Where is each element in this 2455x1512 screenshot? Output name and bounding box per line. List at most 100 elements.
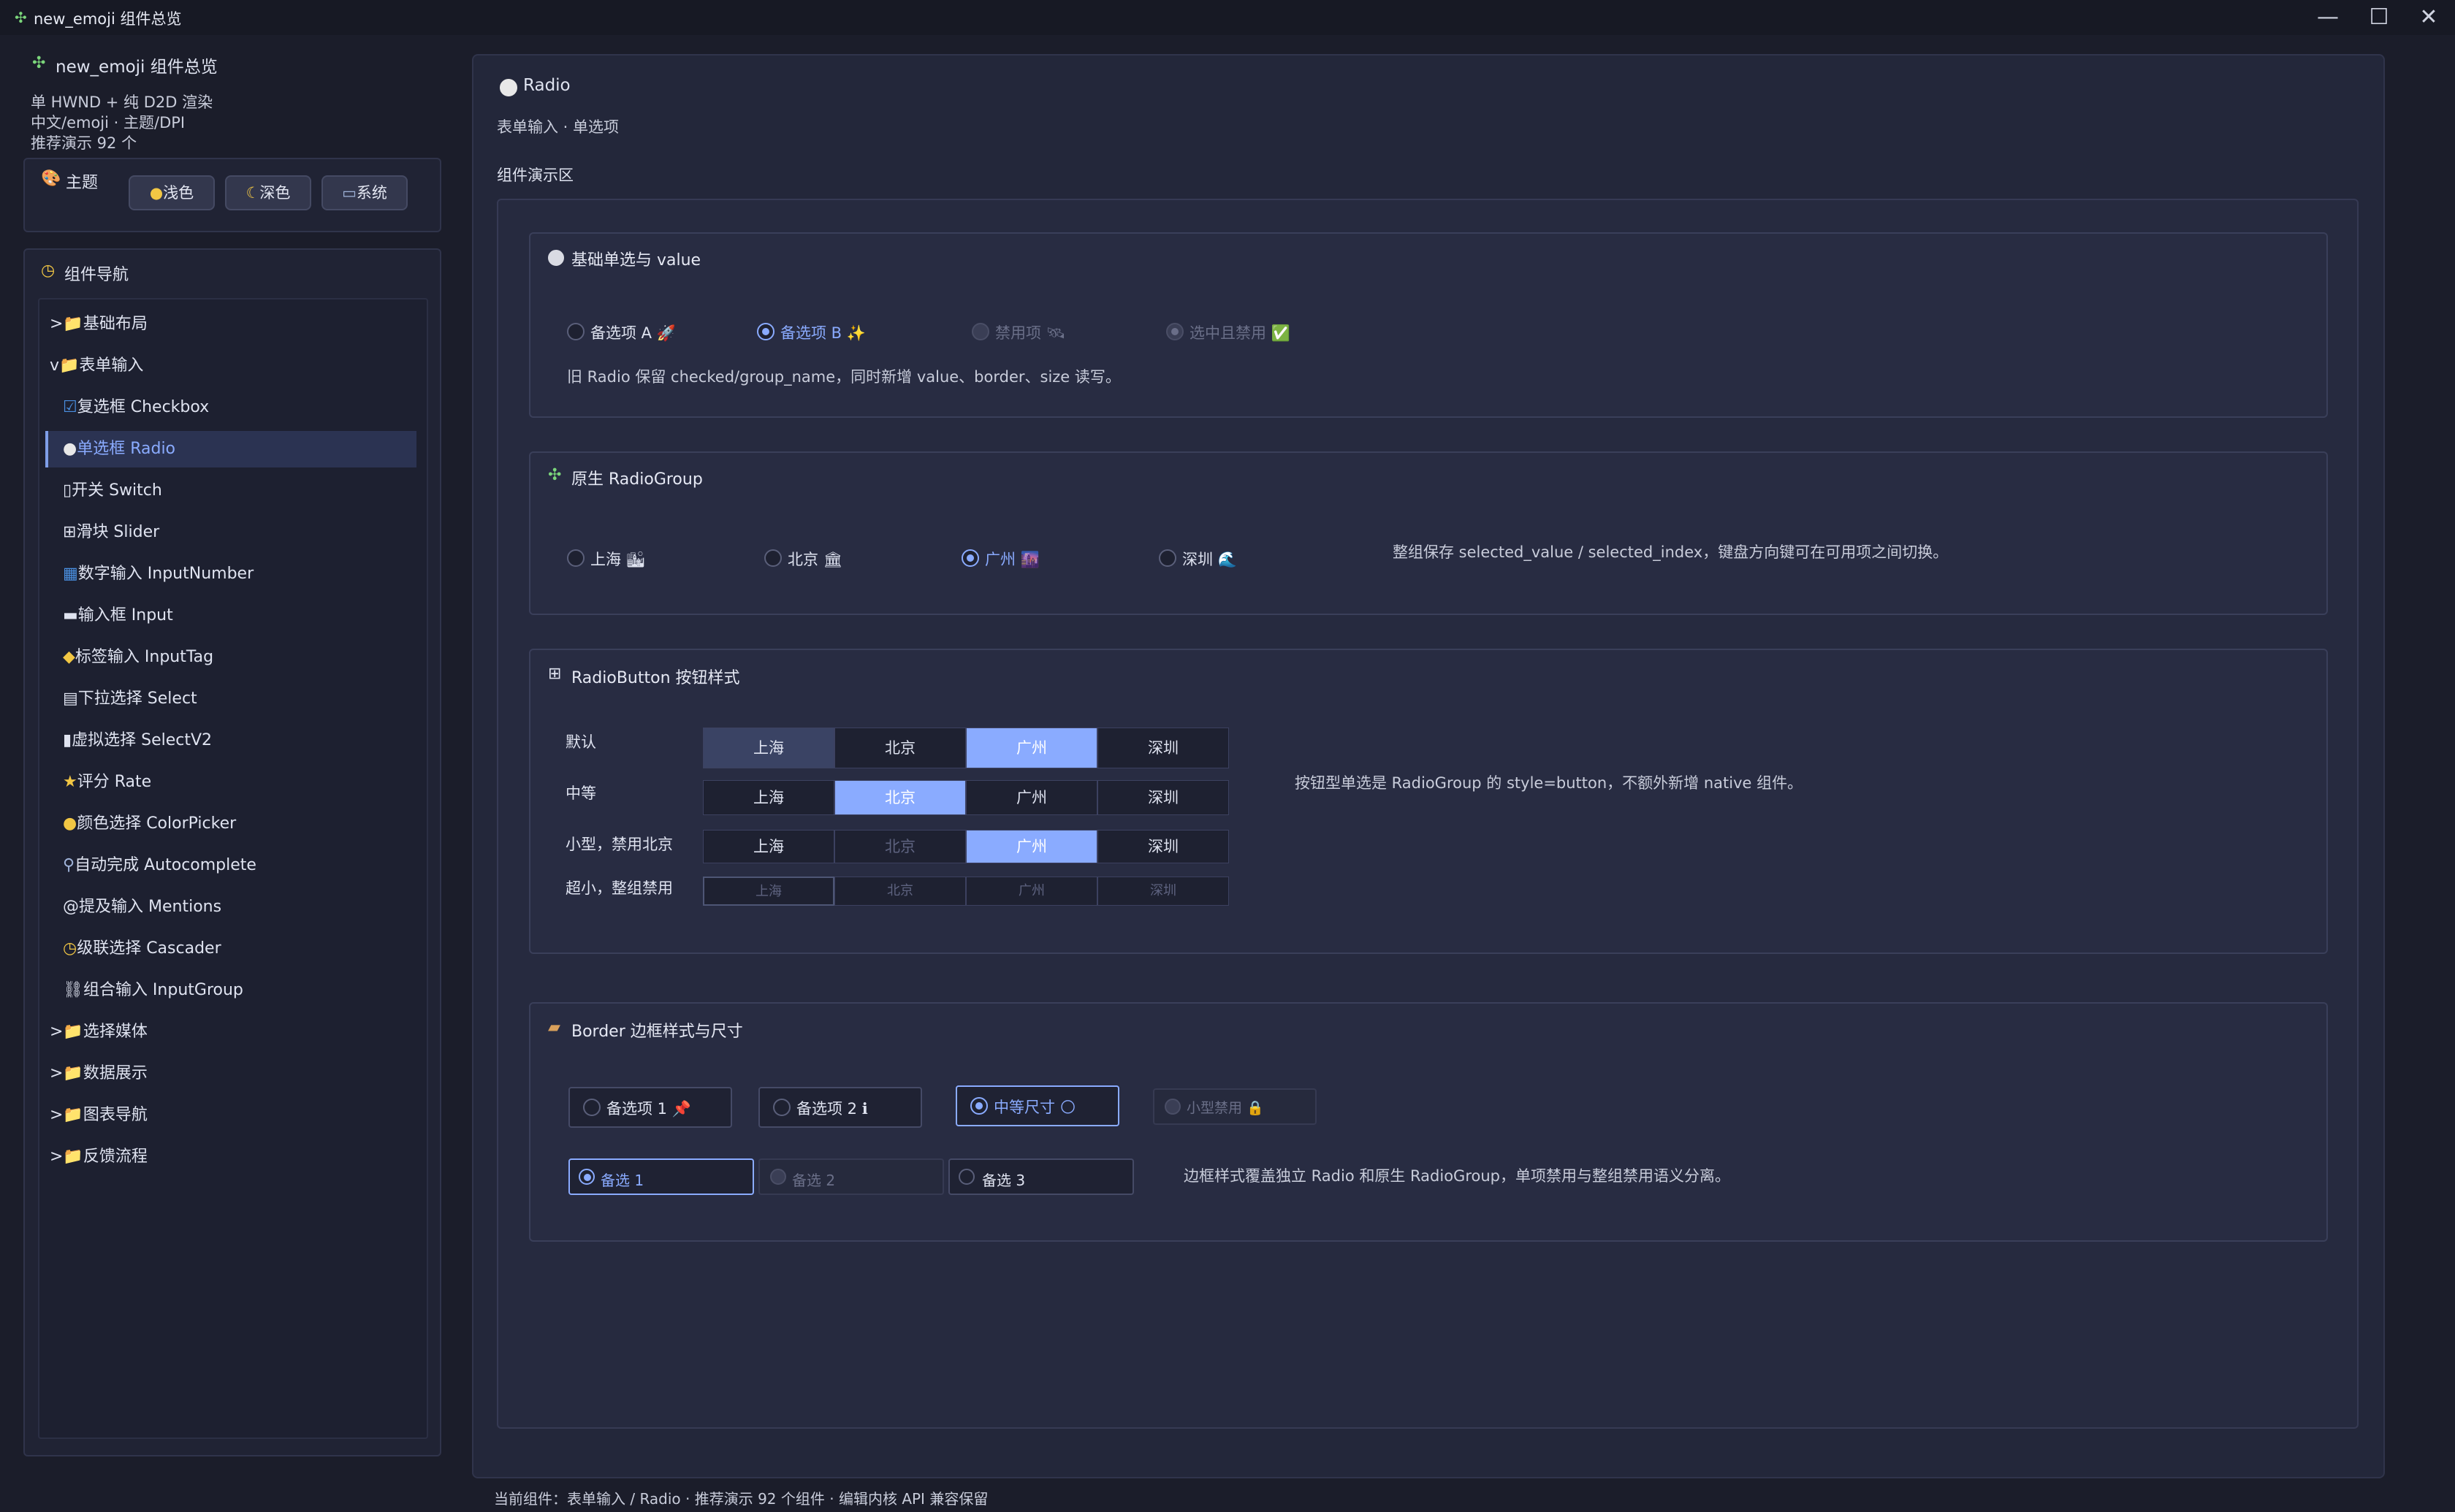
nav-item-inputnumber[interactable]: ▦数字输入 InputNumber — [63, 555, 254, 593]
page-title: Radio — [523, 76, 571, 95]
border-group-label: 备选 2 — [792, 1172, 836, 1189]
compass-icon: ◷ — [63, 939, 77, 958]
checkbox-icon: ☑ — [63, 398, 77, 416]
radio-button-guangzhou[interactable]: 广州 — [966, 728, 1097, 768]
theme-system-button[interactable]: ▭系统 — [321, 175, 408, 210]
card-note: 边框样式覆盖独立 Radio 和原生 RadioGroup，单项禁用与整组禁用语… — [1184, 1167, 1730, 1185]
radio-group-option-shenzhen[interactable] — [1159, 549, 1176, 567]
nav-item-cascader[interactable]: ◷级联选择 Cascader — [63, 930, 221, 968]
radio-option-b-label[interactable]: 备选项 B ✨ — [780, 321, 866, 343]
star-icon: ★ — [63, 773, 77, 791]
radio-indicator — [583, 1099, 601, 1116]
radio-option-checked-disabled — [1166, 323, 1184, 340]
radio-button-shenzhen[interactable]: 深圳 — [1097, 780, 1229, 815]
radio-icon — [548, 250, 564, 266]
nav-item-slider[interactable]: ⊞滑块 Slider — [63, 513, 159, 551]
sidebar-desc-line: 单 HWND + 纯 D2D 渲染 — [31, 93, 213, 111]
radio-button-shanghai[interactable]: 上海 — [703, 728, 834, 768]
card-title: RadioButton 按钮样式 — [571, 669, 740, 687]
border-group-label[interactable]: 备选 3 — [982, 1169, 1025, 1190]
radio-group-option-label[interactable]: 北京 🏛 — [788, 548, 842, 570]
palette-icon: ● — [63, 814, 77, 833]
card-note: 按钮型单选是 RadioGroup 的 style=button，不额外新增 n… — [1295, 774, 1803, 792]
clipboard-icon: ▤ — [63, 690, 78, 708]
border-radio-label[interactable]: 备选项 1 📌 — [606, 1097, 691, 1119]
radio-icon — [500, 79, 517, 96]
radio-option-b[interactable] — [757, 323, 774, 340]
nav-item-selectv2[interactable]: ▮虚拟选择 SelectV2 — [63, 722, 212, 760]
laptop-icon: ▭ — [342, 184, 357, 202]
nav-item-select[interactable]: ▤下拉选择 Select — [63, 680, 197, 718]
radio-option-a[interactable] — [567, 323, 585, 340]
card-title: 原生 RadioGroup — [571, 470, 703, 489]
nav-item-input[interactable]: ▬输入框 Input — [63, 597, 173, 635]
demo-area-label: 组件演示区 — [497, 167, 574, 184]
book-icon: ▰ — [548, 1018, 560, 1036]
radio-button-shenzhen-disabled: 深圳 — [1097, 877, 1229, 906]
radio-button-shanghai[interactable]: 上海 — [703, 780, 834, 815]
window-title: new_emoji 组件总览 — [34, 10, 182, 28]
border-radio-label[interactable]: 备选项 2 ℹ — [796, 1097, 868, 1119]
radio-indicator — [773, 1099, 791, 1116]
radio-button-shenzhen[interactable]: 深圳 — [1097, 830, 1229, 863]
radio-button-shanghai[interactable]: 上海 — [703, 830, 834, 863]
nav-item-rate[interactable]: ★评分 Rate — [63, 763, 151, 801]
radio-button-guangzhou-disabled: 广州 — [966, 877, 1097, 906]
nav-item-checkbox[interactable]: ☑复选框 Checkbox — [63, 389, 209, 427]
grid-icon: ⊞ — [63, 523, 77, 541]
radio-button-guangzhou[interactable]: 广州 — [966, 780, 1097, 815]
card-title: 基础单选与 value — [571, 251, 701, 270]
nav-item-inputtag[interactable]: ◆标签输入 InputTag — [63, 638, 213, 676]
nav-group-data-display[interactable]: >📁数据展示 — [50, 1055, 148, 1093]
nav-item-mentions[interactable]: @提及输入 Mentions — [63, 888, 221, 926]
nav-group-media[interactable]: >📁选择媒体 — [50, 1013, 148, 1051]
puzzle-icon: ✣ — [548, 466, 562, 484]
radio-button-beijing[interactable]: 北京 — [834, 728, 966, 768]
theme-dark-button[interactable]: ☾深色 — [225, 175, 311, 210]
nav-item-colorpicker[interactable]: ●颜色选择 ColorPicker — [63, 805, 236, 843]
tag-icon: ◆ — [63, 648, 75, 666]
border-group-label[interactable]: 备选 1 — [601, 1169, 644, 1190]
radio-button-shenzhen[interactable]: 深圳 — [1097, 728, 1229, 768]
row-label: 中等 — [566, 784, 596, 802]
radio-group-option-shanghai[interactable] — [567, 549, 585, 567]
sidebar-title: new_emoji 组件总览 — [56, 58, 218, 77]
radio-group-option-label[interactable]: 深圳 🌊 — [1182, 548, 1237, 570]
nav-item-autocomplete[interactable]: ⚲自动完成 Autocomplete — [63, 847, 256, 885]
border-group-option-1[interactable] — [568, 1158, 754, 1195]
nav-item-inputgroup[interactable]: ⛓组合输入 InputGroup — [63, 971, 243, 1009]
switch-icon: ▯ — [63, 481, 72, 500]
nav-group-chart-nav[interactable]: >📁图表导航 — [50, 1096, 148, 1134]
minimize-button[interactable]: — — [2299, 3, 2357, 32]
theme-light-button[interactable]: ●浅色 — [129, 175, 215, 210]
radio-indicator — [579, 1169, 595, 1185]
border-group-option-3[interactable] — [948, 1158, 1134, 1195]
nav-item-switch[interactable]: ▯开关 Switch — [63, 472, 162, 510]
radio-button-beijing[interactable]: 北京 — [834, 780, 966, 815]
radio-group-option-label[interactable]: 上海 🏙 — [590, 548, 645, 570]
radio-indicator — [959, 1169, 975, 1185]
sun-icon: ● — [149, 184, 164, 202]
radio-indicator — [970, 1097, 988, 1115]
compass-icon: ◷ — [41, 261, 56, 280]
card-note: 整组保存 selected_value / selected_index，键盘方… — [1393, 543, 1949, 561]
nav-group-form-input[interactable]: v📁表单输入 — [50, 347, 143, 385]
radio-indicator — [1165, 1099, 1181, 1115]
document-icon: ▮ — [63, 731, 72, 749]
page-subtitle: 表单输入 · 单选项 — [497, 118, 620, 136]
nav-group-feedback[interactable]: >📁反馈流程 — [50, 1138, 148, 1176]
nav-group-basic-layout[interactable]: >📁基础布局 — [50, 305, 148, 343]
border-radio-label[interactable]: 中等尺寸 🌕 — [994, 1096, 1076, 1118]
row-label: 超小，整组禁用 — [566, 879, 673, 897]
link-icon: ⛓ — [63, 981, 83, 999]
nav-item-radio[interactable]: ●单选框 Radio — [63, 430, 175, 468]
radio-group-option-guangzhou[interactable] — [962, 549, 979, 567]
radio-option-a-label[interactable]: 备选项 A 🚀 — [590, 321, 676, 343]
radio-button-guangzhou[interactable]: 广州 — [966, 830, 1097, 863]
border-radio-label: 小型禁用 🔒 — [1187, 1100, 1264, 1116]
radio-group-option-label[interactable]: 广州 🌆 — [985, 548, 1040, 570]
close-button[interactable]: ✕ — [2399, 3, 2455, 32]
radio-button-beijing-disabled: 北京 — [834, 830, 966, 863]
radio-group-option-beijing[interactable] — [764, 549, 782, 567]
card-radio-group — [529, 451, 2328, 615]
